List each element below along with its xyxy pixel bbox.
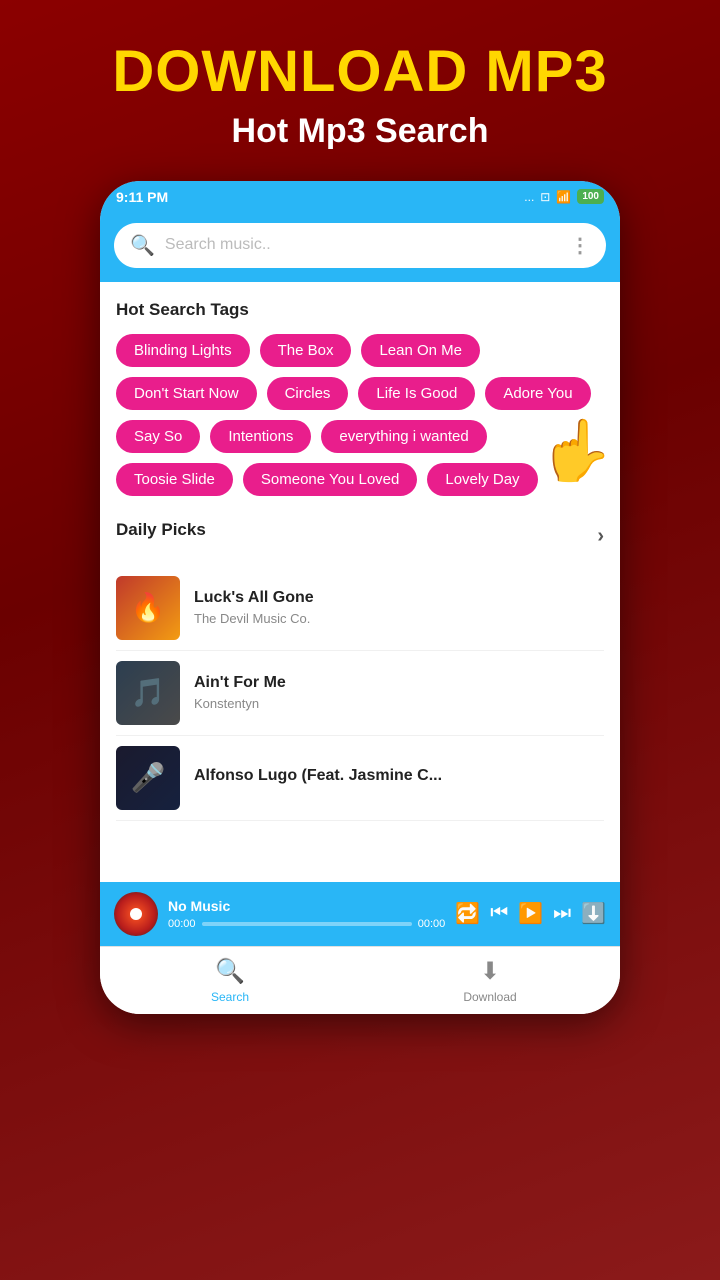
search-icon: 🔍 (130, 233, 155, 258)
hot-tags-section: Hot Search Tags Blinding Lights The Box Le… (116, 300, 604, 496)
battery-badge: 100 (577, 189, 604, 204)
song-title: Ain't For Me (194, 674, 604, 692)
next-icon[interactable]: ⏭ (553, 902, 571, 925)
search-tag[interactable]: Life Is Good (358, 377, 475, 410)
search-tag[interactable]: Intentions (210, 420, 311, 453)
song-info: Ain't For Me Konstentyn (194, 674, 604, 711)
np-time-end: 00:00 (418, 918, 446, 930)
search-bar[interactable]: 🔍 Search music.. ⋮ (114, 223, 606, 268)
wifi-icon: 📶 (556, 190, 571, 204)
status-bar: 9:11 PM ... ⊡ 📶 100 (100, 181, 620, 213)
search-tag[interactable]: Say So (116, 420, 200, 453)
nav-icon: 🔍 (215, 957, 245, 986)
more-options-icon[interactable]: ⋮ (570, 233, 590, 258)
search-tag[interactable]: Adore You (485, 377, 590, 410)
nav-label: Download (463, 990, 516, 1004)
search-tag[interactable]: Don't Start Now (116, 377, 257, 410)
thumbnail-bg: 🎵 (116, 661, 180, 725)
song-info: Luck's All Gone The Devil Music Co. (194, 589, 604, 626)
headline: DOWNLOAD MP3 (112, 40, 607, 104)
search-tag[interactable]: The Box (260, 334, 352, 367)
play-icon[interactable]: ▶️ (518, 901, 543, 926)
search-tag[interactable]: everything i wanted (321, 420, 486, 453)
search-area: 🔍 Search music.. ⋮ (100, 213, 620, 282)
song-thumbnail: 🎵 (116, 661, 180, 725)
song-title: Luck's All Gone (194, 589, 604, 607)
thumbnail-bg: 🎤 (116, 746, 180, 810)
prev-icon[interactable]: ⏮ (490, 902, 508, 925)
daily-picks-section: Daily Picks › 🔥 Luck's All Gone The Devi… (116, 520, 604, 821)
daily-picks-title: Daily Picks (116, 520, 206, 540)
status-time: 9:11 PM (116, 189, 168, 205)
search-placeholder: Search music.. (165, 236, 560, 254)
shuffle-icon[interactable]: 🔁 (455, 901, 480, 926)
tags-container: Blinding Lights The Box Lean On Me Don't St… (116, 334, 604, 496)
phone-frame: 9:11 PM ... ⊡ 📶 100 🔍 Search music.. ⋮ H… (100, 181, 620, 1014)
dots-icon: ... (524, 190, 534, 204)
progress-bar[interactable] (202, 922, 412, 926)
song-info: Alfonso Lugo (Feat. Jasmine C... (194, 767, 604, 789)
search-tag[interactable]: Lean On Me (361, 334, 480, 367)
search-tag[interactable]: Lovely Day (427, 463, 537, 496)
nav-item-search[interactable]: 🔍 Search (100, 947, 360, 1014)
hot-tags-title: Hot Search Tags (116, 300, 604, 320)
search-tag[interactable]: Toosie Slide (116, 463, 233, 496)
search-tag[interactable]: Circles (267, 377, 349, 410)
song-item[interactable]: 🔥 Luck's All Gone The Devil Music Co. (116, 566, 604, 651)
nav-label: Search (211, 990, 249, 1004)
subtitle: Hot Mp3 Search (232, 112, 489, 151)
song-item[interactable]: 🎤 Alfonso Lugo (Feat. Jasmine C... (116, 736, 604, 821)
song-artist: The Devil Music Co. (194, 611, 604, 626)
thumbnail-bg: 🔥 (116, 576, 180, 640)
np-time-start: 00:00 (168, 918, 196, 930)
content-area: Hot Search Tags Blinding Lights The Box Le… (100, 282, 620, 882)
search-tag[interactable]: Blinding Lights (116, 334, 250, 367)
song-thumbnail: 🔥 (116, 576, 180, 640)
np-title: No Music (168, 898, 445, 914)
search-tag[interactable]: Someone You Loved (243, 463, 417, 496)
nav-item-download[interactable]: ⬇ Download (360, 947, 620, 1014)
song-title: Alfonso Lugo (Feat. Jasmine C... (194, 767, 604, 785)
np-info: No Music 00:00 00:00 (168, 898, 445, 930)
bottom-nav: 🔍 Search ⬇ Download (100, 946, 620, 1014)
vinyl-icon (114, 892, 158, 936)
nav-icon: ⬇ (480, 957, 500, 986)
song-artist: Konstentyn (194, 696, 604, 711)
screen-icon: ⊡ (540, 190, 550, 204)
now-playing-bar[interactable]: No Music 00:00 00:00 🔁 ⏮ ▶️ ⏭ ⬇️ (100, 882, 620, 946)
download-icon[interactable]: ⬇️ (581, 901, 606, 926)
np-controls: 🔁 ⏮ ▶️ ⏭ ⬇️ (455, 901, 606, 926)
daily-picks-arrow[interactable]: › (597, 525, 604, 548)
song-thumbnail: 🎤 (116, 746, 180, 810)
song-item[interactable]: 🎵 Ain't For Me Konstentyn (116, 651, 604, 736)
